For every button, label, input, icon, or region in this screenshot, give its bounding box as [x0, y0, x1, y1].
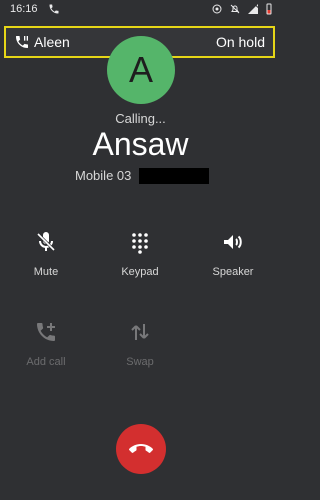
status-icons [211, 3, 273, 15]
phone-icon [49, 4, 59, 14]
swap-button[interactable]: Swap [100, 320, 180, 390]
signal-icon [248, 4, 259, 14]
add-call-button[interactable]: Add call [6, 320, 86, 390]
swap-label: Swap [126, 356, 154, 368]
caller-number: Mobile 03 [75, 168, 132, 183]
mute-label: Mute [33, 266, 59, 278]
add-call-icon [37, 323, 55, 341]
speaker-label: Speaker [212, 266, 254, 278]
swap-icon [131, 324, 149, 340]
speaker-icon [224, 235, 242, 249]
avatar: A [107, 36, 175, 104]
status-bar: 16:16 [0, 0, 281, 20]
caller-name: Ansaw [92, 126, 189, 162]
call-end-icon [129, 444, 153, 453]
dialpad-icon [132, 233, 148, 254]
call-paused-icon [16, 36, 28, 48]
mic-off-icon [36, 232, 56, 252]
add-call-label: Add call [26, 356, 66, 368]
battery-icon [266, 3, 272, 15]
speaker-button[interactable]: Speaker [193, 230, 273, 300]
bell-off-icon [230, 4, 240, 14]
number-redaction [139, 168, 209, 184]
keypad-label: Keypad [121, 266, 159, 278]
call-status: Calling... [115, 111, 166, 126]
hold-status-label: On hold [215, 34, 265, 50]
focus-icon [212, 4, 222, 14]
held-caller-name: Aleen [34, 34, 70, 50]
mute-button[interactable]: Mute [6, 230, 86, 300]
end-call-button[interactable] [116, 424, 166, 474]
avatar-letter: A [128, 49, 153, 90]
status-time: 16:16 [10, 3, 38, 15]
keypad-button[interactable]: Keypad [100, 230, 180, 300]
